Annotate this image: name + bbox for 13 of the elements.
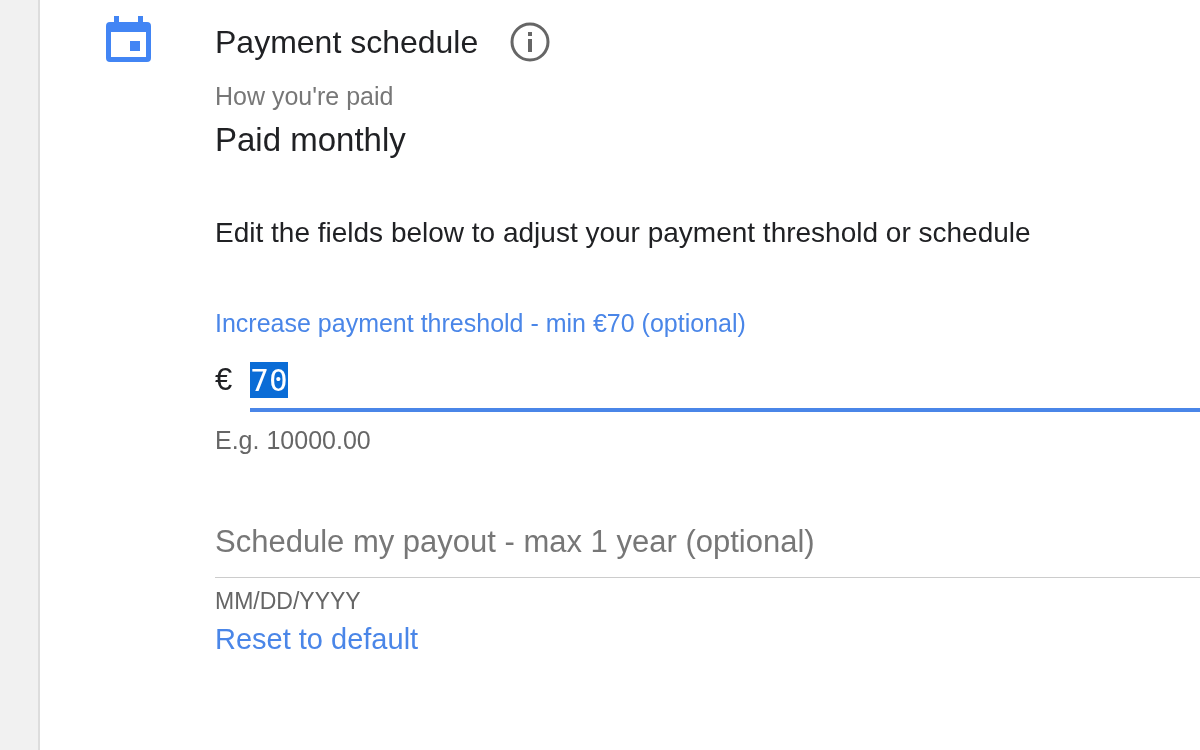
threshold-label: Increase payment threshold - min €70 (optional): [215, 309, 747, 338]
reset-link[interactable]: Reset to default: [215, 623, 419, 656]
summary-value: Paid monthly: [215, 121, 407, 159]
date-format-hint: MM/DD/YYYY: [215, 588, 362, 615]
schedule-field[interactable]: Schedule my payout - max 1 year (optional): [215, 507, 1200, 578]
instructions-text: Edit the fields below to adjust your payment threshold or schedule: [215, 217, 1032, 249]
section-title: Payment schedule: [215, 23, 479, 61]
threshold-field[interactable]: 70: [250, 352, 1200, 412]
threshold-hint: E.g. 10000.00: [215, 426, 372, 455]
currency-symbol: €: [215, 362, 233, 399]
summary-label: How you're paid: [215, 82, 395, 111]
info-icon[interactable]: [510, 22, 551, 62]
calendar-icon: [106, 14, 151, 62]
